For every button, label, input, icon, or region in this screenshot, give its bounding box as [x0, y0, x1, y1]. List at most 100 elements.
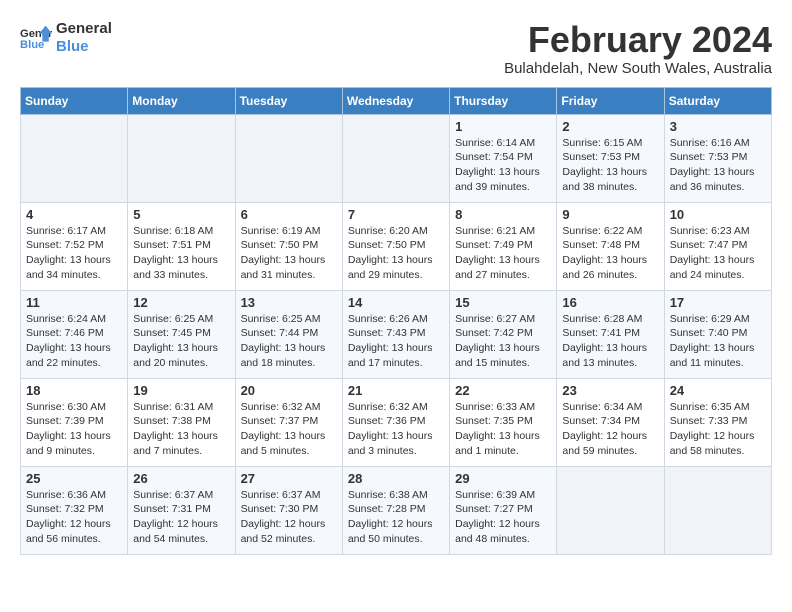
- day-info: Sunrise: 6:38 AMSunset: 7:28 PMDaylight:…: [348, 488, 444, 547]
- day-cell: 1 Sunrise: 6:14 AMSunset: 7:54 PMDaylight…: [450, 114, 557, 202]
- col-saturday: Saturday: [664, 87, 771, 114]
- day-number: 7: [348, 207, 444, 222]
- day-cell: 24Sunrise: 6:35 AMSunset: 7:33 PMDayligh…: [664, 378, 771, 466]
- col-monday: Monday: [128, 87, 235, 114]
- day-cell: 15 Sunrise: 6:27 AMSunset: 7:42 PMDayligh…: [450, 290, 557, 378]
- week-row-4: 18Sunrise: 6:30 AMSunset: 7:39 PMDayligh…: [21, 378, 772, 466]
- day-info: Sunrise: 6:31 AMSunset: 7:38 PMDaylight:…: [133, 400, 229, 459]
- day-cell: 5 Sunrise: 6:18 AMSunset: 7:51 PMDaylight…: [128, 202, 235, 290]
- day-info: Sunrise: 6:15 AMSunset: 7:53 PMDaylight:…: [562, 136, 658, 195]
- day-number: 3: [670, 119, 766, 134]
- day-number: 25: [26, 471, 122, 486]
- day-cell: 29 Sunrise: 6:39 AMSunset: 7:27 PMDayligh…: [450, 466, 557, 554]
- day-info: Sunrise: 6:20 AMSunset: 7:50 PMDaylight:…: [348, 224, 444, 283]
- day-cell: 8 Sunrise: 6:21 AMSunset: 7:49 PMDaylight…: [450, 202, 557, 290]
- day-cell: [342, 114, 449, 202]
- day-cell: [21, 114, 128, 202]
- day-cell: 27 Sunrise: 6:37 AMSunset: 7:30 PMDayligh…: [235, 466, 342, 554]
- day-info: Sunrise: 6:34 AMSunset: 7:34 PMDaylight:…: [562, 400, 658, 459]
- day-number: 26: [133, 471, 229, 486]
- day-cell: 20 Sunrise: 6:32 AMSunset: 7:37 PMDayligh…: [235, 378, 342, 466]
- day-info: Sunrise: 6:17 AMSunset: 7:52 PMDaylight:…: [26, 224, 122, 283]
- day-cell: 16Sunrise: 6:28 AMSunset: 7:41 PMDayligh…: [557, 290, 664, 378]
- day-info: Sunrise: 6:29 AMSunset: 7:40 PMDaylight:…: [670, 312, 766, 371]
- day-cell: [235, 114, 342, 202]
- day-info: Sunrise: 6:25 AMSunset: 7:44 PMDaylight:…: [241, 312, 337, 371]
- col-friday: Friday: [557, 87, 664, 114]
- day-cell: 25 Sunrise: 6:36 AMSunset: 7:32 PMDayligh…: [21, 466, 128, 554]
- day-info: Sunrise: 6:21 AMSunset: 7:49 PMDaylight:…: [455, 224, 551, 283]
- day-number: 28: [348, 471, 444, 486]
- day-info: Sunrise: 6:25 AMSunset: 7:45 PMDaylight:…: [133, 312, 229, 371]
- day-cell: 18Sunrise: 6:30 AMSunset: 7:39 PMDayligh…: [21, 378, 128, 466]
- logo-icon: General Blue: [20, 24, 52, 52]
- day-info: Sunrise: 6:36 AMSunset: 7:32 PMDaylight:…: [26, 488, 122, 547]
- week-row-3: 11 Sunrise: 6:24 AMSunset: 7:46 PMDayligh…: [21, 290, 772, 378]
- day-cell: 19 Sunrise: 6:31 AMSunset: 7:38 PMDayligh…: [128, 378, 235, 466]
- day-number: 5: [133, 207, 229, 222]
- day-info: Sunrise: 6:33 AMSunset: 7:35 PMDaylight:…: [455, 400, 551, 459]
- col-wednesday: Wednesday: [342, 87, 449, 114]
- day-info: Sunrise: 6:39 AMSunset: 7:27 PMDaylight:…: [455, 488, 551, 547]
- day-cell: [557, 466, 664, 554]
- day-number: 11: [26, 295, 122, 310]
- day-cell: [128, 114, 235, 202]
- day-number: 13: [241, 295, 337, 310]
- svg-text:Blue: Blue: [20, 39, 44, 51]
- calendar: Sunday Monday Tuesday Wednesday Thursday…: [20, 87, 772, 555]
- day-info: Sunrise: 6:14 AMSunset: 7:54 PMDaylight:…: [455, 136, 551, 195]
- day-info: Sunrise: 6:18 AMSunset: 7:51 PMDaylight:…: [133, 224, 229, 283]
- day-cell: 12 Sunrise: 6:25 AMSunset: 7:45 PMDayligh…: [128, 290, 235, 378]
- day-info: Sunrise: 6:23 AMSunset: 7:47 PMDaylight:…: [670, 224, 766, 283]
- day-number: 8: [455, 207, 551, 222]
- day-cell: 3 Sunrise: 6:16 AMSunset: 7:53 PMDaylight…: [664, 114, 771, 202]
- day-cell: 14 Sunrise: 6:26 AMSunset: 7:43 PMDayligh…: [342, 290, 449, 378]
- day-cell: 10 Sunrise: 6:23 AMSunset: 7:47 PMDayligh…: [664, 202, 771, 290]
- day-cell: 17Sunrise: 6:29 AMSunset: 7:40 PMDayligh…: [664, 290, 771, 378]
- day-number: 23: [562, 383, 658, 398]
- day-cell: 22 Sunrise: 6:33 AMSunset: 7:35 PMDayligh…: [450, 378, 557, 466]
- week-row-5: 25 Sunrise: 6:36 AMSunset: 7:32 PMDayligh…: [21, 466, 772, 554]
- header-row: Sunday Monday Tuesday Wednesday Thursday…: [21, 87, 772, 114]
- day-number: 4: [26, 207, 122, 222]
- day-number: 27: [241, 471, 337, 486]
- day-info: Sunrise: 6:37 AMSunset: 7:31 PMDaylight:…: [133, 488, 229, 547]
- day-number: 12: [133, 295, 229, 310]
- day-info: Sunrise: 6:28 AMSunset: 7:41 PMDaylight:…: [562, 312, 658, 371]
- day-cell: 26 Sunrise: 6:37 AMSunset: 7:31 PMDayligh…: [128, 466, 235, 554]
- day-cell: 13 Sunrise: 6:25 AMSunset: 7:44 PMDayligh…: [235, 290, 342, 378]
- day-number: 10: [670, 207, 766, 222]
- day-number: 14: [348, 295, 444, 310]
- col-thursday: Thursday: [450, 87, 557, 114]
- day-info: Sunrise: 6:24 AMSunset: 7:46 PMDaylight:…: [26, 312, 122, 371]
- day-number: 20: [241, 383, 337, 398]
- logo-line2: Blue: [56, 38, 112, 56]
- day-cell: 28 Sunrise: 6:38 AMSunset: 7:28 PMDayligh…: [342, 466, 449, 554]
- week-row-2: 4 Sunrise: 6:17 AMSunset: 7:52 PMDaylight…: [21, 202, 772, 290]
- day-cell: 4 Sunrise: 6:17 AMSunset: 7:52 PMDaylight…: [21, 202, 128, 290]
- day-number: 9: [562, 207, 658, 222]
- day-number: 19: [133, 383, 229, 398]
- day-number: 24: [670, 383, 766, 398]
- day-info: Sunrise: 6:37 AMSunset: 7:30 PMDaylight:…: [241, 488, 337, 547]
- day-number: 1: [455, 119, 551, 134]
- day-cell: 2 Sunrise: 6:15 AMSunset: 7:53 PMDaylight…: [557, 114, 664, 202]
- day-cell: 23 Sunrise: 6:34 AMSunset: 7:34 PMDayligh…: [557, 378, 664, 466]
- logo-line1: General: [56, 20, 112, 38]
- day-info: Sunrise: 6:16 AMSunset: 7:53 PMDaylight:…: [670, 136, 766, 195]
- col-sunday: Sunday: [21, 87, 128, 114]
- day-number: 29: [455, 471, 551, 486]
- day-info: Sunrise: 6:19 AMSunset: 7:50 PMDaylight:…: [241, 224, 337, 283]
- day-number: 22: [455, 383, 551, 398]
- day-cell: 7 Sunrise: 6:20 AMSunset: 7:50 PMDaylight…: [342, 202, 449, 290]
- calendar-header: Sunday Monday Tuesday Wednesday Thursday…: [21, 87, 772, 114]
- day-number: 21: [348, 383, 444, 398]
- day-info: Sunrise: 6:32 AMSunset: 7:36 PMDaylight:…: [348, 400, 444, 459]
- day-cell: 9Sunrise: 6:22 AMSunset: 7:48 PMDaylight…: [557, 202, 664, 290]
- day-info: Sunrise: 6:26 AMSunset: 7:43 PMDaylight:…: [348, 312, 444, 371]
- day-number: 15: [455, 295, 551, 310]
- day-info: Sunrise: 6:30 AMSunset: 7:39 PMDaylight:…: [26, 400, 122, 459]
- day-info: Sunrise: 6:27 AMSunset: 7:42 PMDaylight:…: [455, 312, 551, 371]
- day-info: Sunrise: 6:32 AMSunset: 7:37 PMDaylight:…: [241, 400, 337, 459]
- day-number: 2: [562, 119, 658, 134]
